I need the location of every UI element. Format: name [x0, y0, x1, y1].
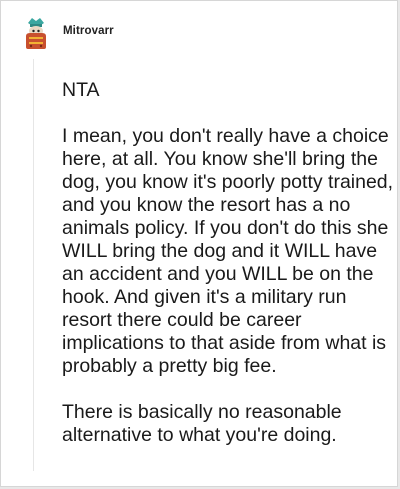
- avatar[interactable]: [19, 16, 53, 50]
- username[interactable]: Mitrovarr: [63, 25, 114, 37]
- comment-paragraph-verdict: NTA: [62, 79, 100, 101]
- comment-header: Mitrovarr: [19, 15, 114, 51]
- comment-body: NTA I mean, you don't really have a choi…: [62, 79, 394, 447]
- snoo-avatar-icon: [26, 18, 46, 49]
- comment-card: Mitrovarr NTA I mean, you don't really h…: [0, 0, 398, 487]
- comment-paragraph-main: I mean, you don't really have a choice h…: [62, 125, 394, 377]
- comment-paragraph-conclusion: There is basically no reasonable alterna…: [62, 401, 342, 446]
- thread-line[interactable]: [33, 59, 34, 471]
